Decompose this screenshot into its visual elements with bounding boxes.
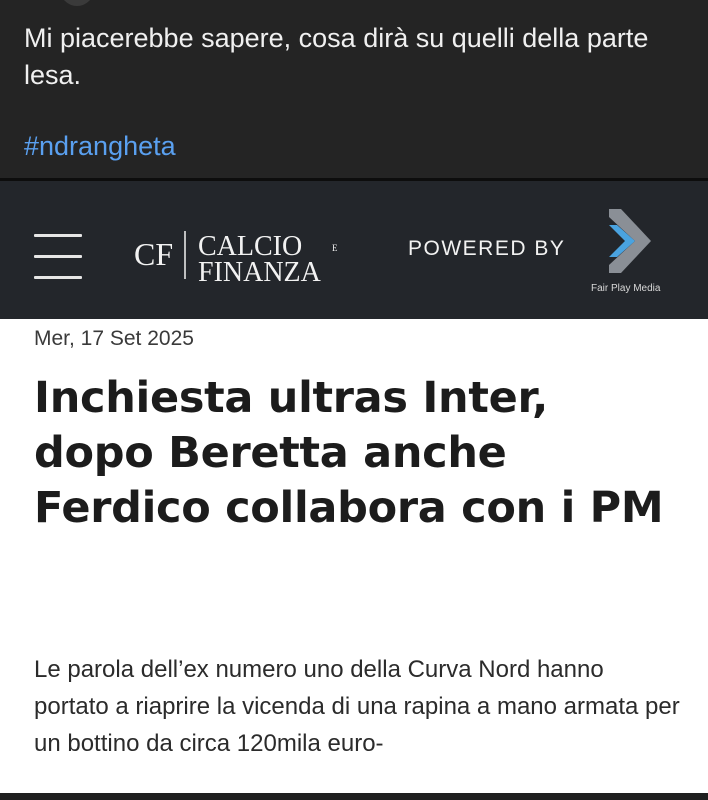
article-date: Mer, 17 Set 2025 bbox=[34, 327, 194, 350]
fair-play-media-logo[interactable]: Fair Play Media bbox=[585, 203, 673, 298]
link-preview-card[interactable]: CF CALCIO E FINANZA POWERED BY Fair Play… bbox=[0, 181, 708, 793]
calcio-finanza-logo[interactable]: CF CALCIO E FINANZA bbox=[134, 225, 364, 285]
site-header: CF CALCIO E FINANZA POWERED BY Fair Play… bbox=[0, 181, 708, 319]
article-lede: Le parola dell’ex numero uno della Curva… bbox=[34, 656, 680, 757]
hamburger-menu-icon[interactable] bbox=[34, 234, 82, 280]
social-post: Mi piacerebbe sapere, cosa dirà su quell… bbox=[0, 0, 708, 178]
bottom-divider bbox=[0, 793, 708, 800]
logo-cf-text: CF bbox=[134, 236, 173, 272]
logo-e-text: E bbox=[332, 243, 338, 253]
post-text: Mi piacerebbe sapere, cosa dirà su quell… bbox=[24, 23, 649, 90]
partner-text: Fair Play Media bbox=[591, 283, 661, 294]
hashtag-link[interactable]: #ndrangheta bbox=[24, 128, 176, 165]
powered-by-label: POWERED BY bbox=[408, 237, 566, 260]
logo-finanza-text: FINANZA bbox=[198, 257, 322, 285]
avatar[interactable] bbox=[60, 0, 94, 6]
article-headline[interactable]: Inchiesta ultras Inter, dopo Beretta anc… bbox=[34, 371, 674, 536]
